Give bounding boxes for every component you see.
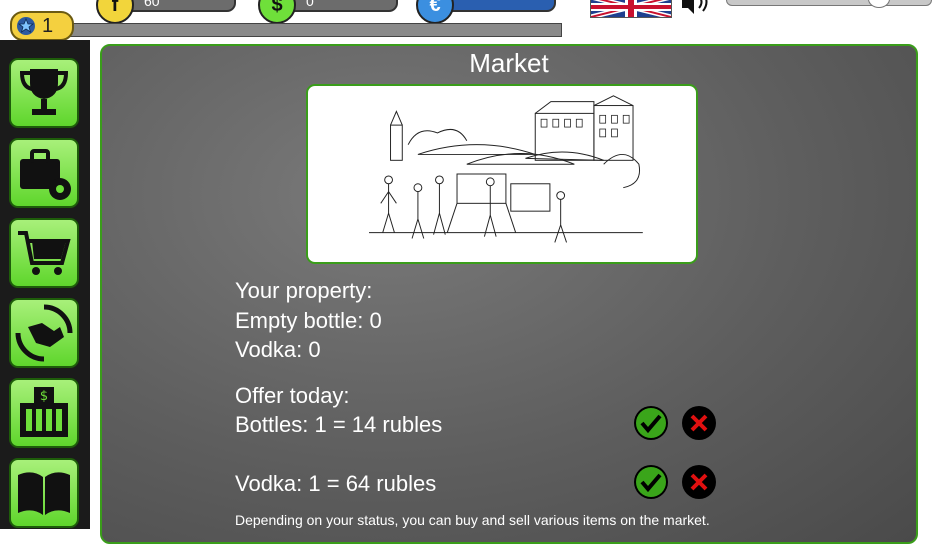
bank-icon: $ <box>20 387 68 437</box>
offer-vodka-label: Vodka: 1 = 64 rubles <box>235 471 437 496</box>
empty-bottle-count: Empty bottle: 0 <box>235 308 382 333</box>
book-icon <box>18 472 70 515</box>
experience-bar <box>68 23 562 37</box>
market-illustration <box>306 84 698 264</box>
sidebar-item-jobs[interactable] <box>9 138 79 208</box>
sidebar-item-achievements[interactable] <box>9 58 79 128</box>
decline-bottles-button[interactable] <box>682 406 716 440</box>
offer-heading: Offer today: <box>235 383 350 408</box>
volume-slider[interactable] <box>726 0 932 6</box>
cross-icon <box>683 407 715 439</box>
property-heading: Your property: <box>235 278 373 303</box>
sidebar-item-shop[interactable] <box>9 218 79 288</box>
accept-vodka-button[interactable] <box>634 465 668 499</box>
trophy-icon <box>19 69 69 115</box>
level-badge: 1 <box>10 11 74 41</box>
handshake-icon <box>15 304 73 362</box>
market-info-note: Depending on your status, you can buy an… <box>235 512 710 528</box>
accept-bottles-button[interactable] <box>634 406 668 440</box>
cart-icon <box>18 231 71 275</box>
level-number: 1 <box>42 14 54 37</box>
decline-vodka-button[interactable] <box>682 465 716 499</box>
sidebar-item-bank[interactable]: $ <box>9 378 79 448</box>
language-flag-uk[interactable] <box>590 0 672 18</box>
cross-icon <box>683 466 715 498</box>
checkmark-icon <box>636 467 666 497</box>
uk-flag-icon <box>591 0 671 17</box>
page-title: Market <box>469 48 549 78</box>
star-icon <box>17 17 35 35</box>
svg-text:$: $ <box>40 389 48 404</box>
market-sketch-image <box>369 95 643 243</box>
sidebar-item-trade[interactable] <box>9 298 79 368</box>
speaker-icon[interactable] <box>680 0 716 14</box>
checkmark-icon <box>636 408 666 438</box>
sidebar-item-journal[interactable] <box>9 458 79 528</box>
offer-bottles-label: Bottles: 1 = 14 rubles <box>235 412 443 437</box>
briefcase-icon <box>20 149 71 200</box>
vodka-count: Vodka: 0 <box>235 337 321 362</box>
